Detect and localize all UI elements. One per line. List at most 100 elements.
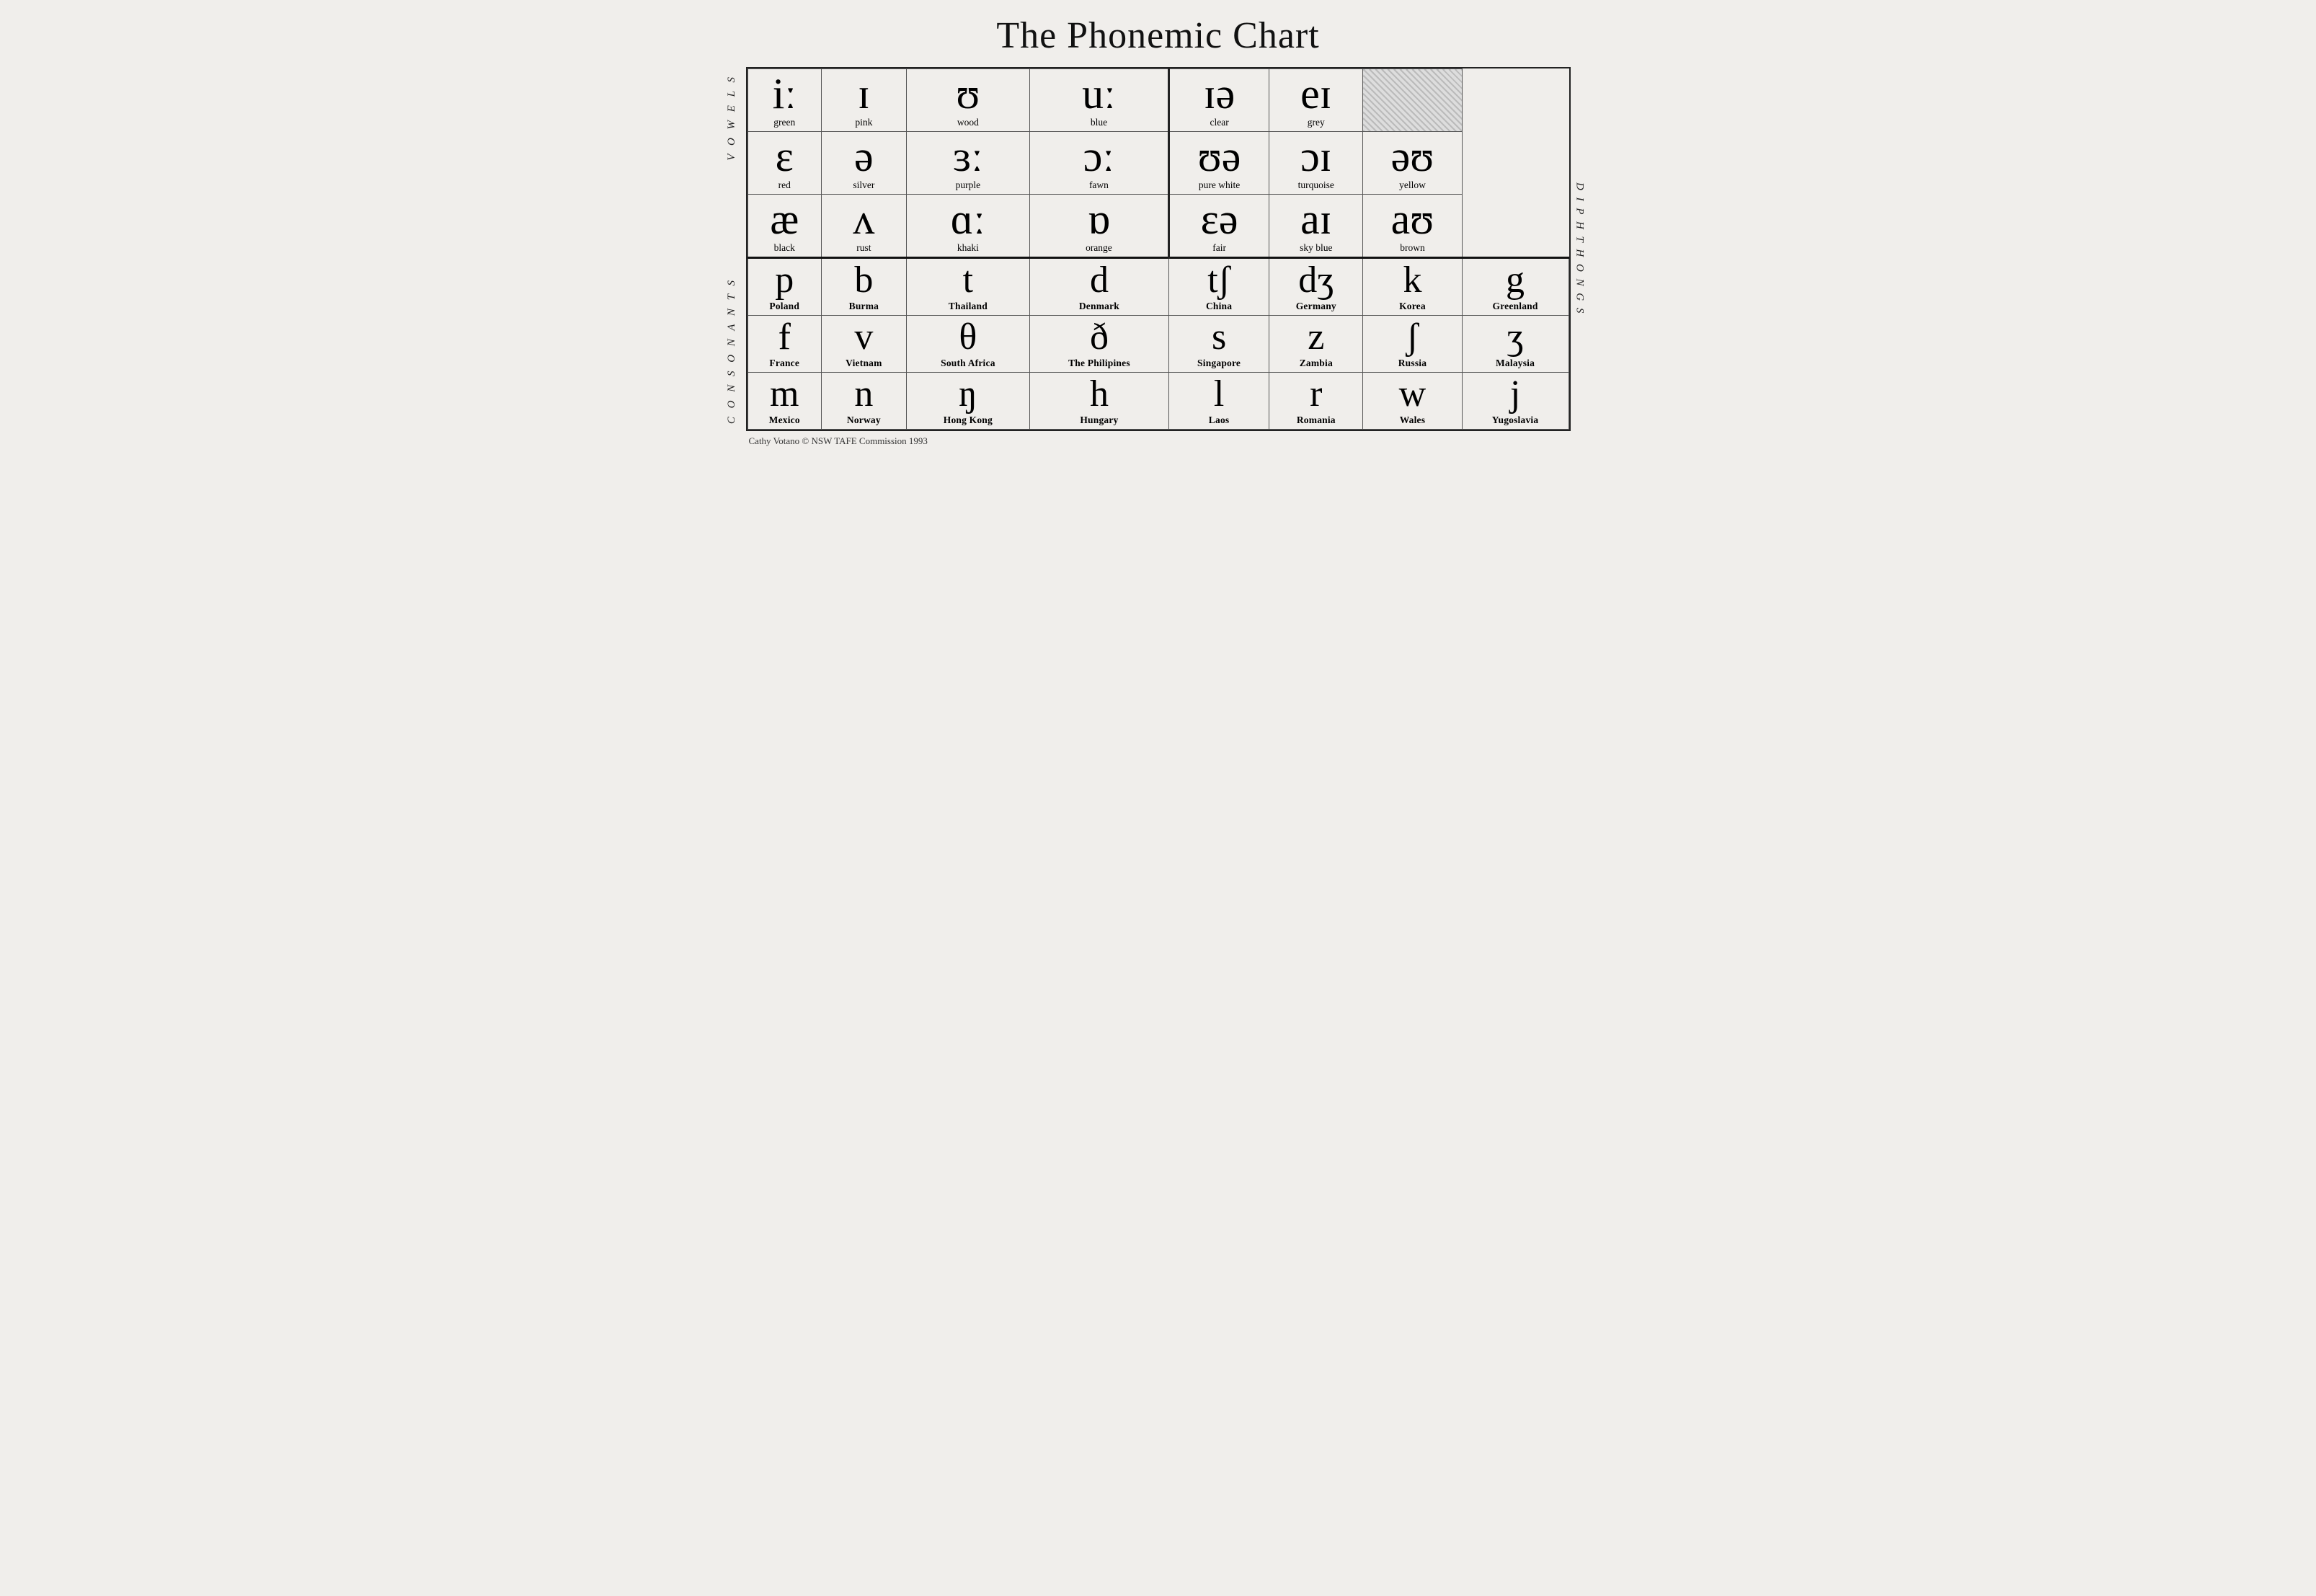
label-thailand: Thailand bbox=[908, 301, 1028, 312]
cell-ii: iː green bbox=[747, 69, 821, 132]
cell-epsilon: ɛ red bbox=[747, 132, 821, 195]
symbol-ii: iː bbox=[750, 72, 820, 115]
symbol-uu: uː bbox=[1031, 72, 1166, 115]
symbol-eng: ŋ bbox=[908, 376, 1028, 413]
cell-oi: ɔɪ turquoise bbox=[1269, 132, 1363, 195]
symbol-schwa: ə bbox=[823, 135, 905, 178]
label-wales: Wales bbox=[1365, 414, 1460, 426]
cell-f: f France bbox=[747, 316, 821, 373]
label-malaysia: Malaysia bbox=[1464, 358, 1567, 369]
label-yugoslavia: Yugoslavia bbox=[1464, 414, 1567, 426]
label-russia: Russia bbox=[1365, 358, 1460, 369]
vowels-label: V O W E L S bbox=[726, 74, 738, 161]
cell-open-o: ɒ orange bbox=[1030, 195, 1169, 258]
label-fawn: fawn bbox=[1031, 179, 1166, 191]
page-title: The Phonemic Chart bbox=[996, 14, 1319, 57]
label-greenland: Greenland bbox=[1464, 301, 1567, 312]
symbol-m: m bbox=[750, 376, 820, 413]
cell-wedge: ʌ rust bbox=[821, 195, 906, 258]
symbol-ia: ɪə bbox=[1171, 72, 1267, 115]
cell-v: v Vietnam bbox=[821, 316, 906, 373]
symbol-ou: əʊ bbox=[1365, 135, 1460, 178]
cell-zh: ʒ Malaysia bbox=[1462, 316, 1569, 373]
right-side-label: D I P H T H O N G S bbox=[1571, 67, 1591, 431]
phonemic-chart-table: iː green ɪ pink ʊ wood uː blue ɪə clea bbox=[746, 67, 1571, 431]
cell-w: w Wales bbox=[1363, 373, 1462, 430]
symbol-f: f bbox=[750, 319, 820, 356]
cell-ua: ʊə pure white bbox=[1168, 132, 1269, 195]
label-grey: grey bbox=[1271, 117, 1361, 128]
cell-schwa: ə silver bbox=[821, 132, 906, 195]
consonant-row-1: p Poland b Burma t Thailand d Denmark tʃ bbox=[747, 258, 1569, 316]
symbol-ea: ɛə bbox=[1171, 198, 1267, 241]
label-zambia: Zambia bbox=[1271, 358, 1361, 369]
label-rust: rust bbox=[823, 242, 905, 254]
cell-g: g Greenland bbox=[1462, 258, 1569, 316]
symbol-i: ɪ bbox=[823, 72, 905, 115]
label-laos: Laos bbox=[1171, 414, 1267, 426]
cell-r: r Romania bbox=[1269, 373, 1363, 430]
symbol-ai: aɪ bbox=[1271, 198, 1361, 241]
symbol-wedge: ʌ bbox=[823, 198, 905, 241]
cell-theta: θ South Africa bbox=[906, 316, 1029, 373]
symbol-theta: θ bbox=[908, 319, 1028, 356]
label-khaki: khaki bbox=[908, 242, 1028, 254]
left-side-labels: V O W E L S C O N S O N A N T S bbox=[726, 67, 746, 431]
label-blue: blue bbox=[1031, 117, 1166, 128]
symbol-d: d bbox=[1031, 262, 1167, 299]
symbol-open-o: ɒ bbox=[1031, 198, 1166, 241]
symbol-r: r bbox=[1271, 376, 1361, 413]
label-silver: silver bbox=[823, 179, 905, 191]
cell-eth: ð The Philipines bbox=[1030, 316, 1169, 373]
label-vietnam: Vietnam bbox=[823, 358, 905, 369]
cell-p: p Poland bbox=[747, 258, 821, 316]
symbol-p: p bbox=[750, 262, 820, 299]
label-philipines: The Philipines bbox=[1031, 358, 1167, 369]
symbol-j: j bbox=[1464, 376, 1567, 413]
symbol-epsilon: ɛ bbox=[750, 135, 820, 178]
label-yellow: yellow bbox=[1365, 179, 1460, 191]
symbol-ua: ʊə bbox=[1171, 135, 1267, 178]
vowel-row-3: æ black ʌ rust ɑː khaki ɒ orange ɛə fa bbox=[747, 195, 1569, 258]
label-mexico: Mexico bbox=[750, 414, 820, 426]
symbol-az: ɑː bbox=[908, 198, 1028, 241]
cell-ez: ɜː purple bbox=[906, 132, 1029, 195]
cell-tsh: tʃ China bbox=[1168, 258, 1269, 316]
label-hungary: Hungary bbox=[1031, 414, 1167, 426]
cell-s: s Singapore bbox=[1168, 316, 1269, 373]
label-skyblue: sky blue bbox=[1271, 242, 1361, 254]
symbol-w: w bbox=[1365, 376, 1460, 413]
symbol-au: aʊ bbox=[1365, 198, 1460, 241]
consonant-row-3: m Mexico n Norway ŋ Hong Kong h Hungary … bbox=[747, 373, 1569, 430]
consonant-row-2: f France v Vietnam θ South Africa ð The … bbox=[747, 316, 1569, 373]
label-purewhite: pure white bbox=[1171, 179, 1267, 191]
symbol-ez: ɜː bbox=[908, 135, 1028, 178]
cell-l: l Laos bbox=[1168, 373, 1269, 430]
symbol-zh: ʒ bbox=[1464, 319, 1567, 356]
cell-z: z Zambia bbox=[1269, 316, 1363, 373]
cell-ou: əʊ yellow bbox=[1363, 132, 1462, 195]
label-korea: Korea bbox=[1365, 301, 1460, 312]
cell-h: h Hungary bbox=[1030, 373, 1169, 430]
cell-shaded bbox=[1363, 69, 1462, 132]
label-romania: Romania bbox=[1271, 414, 1361, 426]
symbol-s: s bbox=[1171, 319, 1267, 356]
cell-j: j Yugoslavia bbox=[1462, 373, 1569, 430]
cell-dzh: dʒ Germany bbox=[1269, 258, 1363, 316]
label-green: green bbox=[750, 117, 820, 128]
label-black: black bbox=[750, 242, 820, 254]
symbol-n: n bbox=[823, 376, 905, 413]
label-germany: Germany bbox=[1271, 301, 1361, 312]
cell-ea: ɛə fair bbox=[1168, 195, 1269, 258]
label-france: France bbox=[750, 358, 820, 369]
consonants-label: C O N S O N A N T S bbox=[726, 278, 738, 424]
label-fair: fair bbox=[1171, 242, 1267, 254]
cell-az: ɑː khaki bbox=[906, 195, 1029, 258]
cell-uu: uː blue bbox=[1030, 69, 1169, 132]
symbol-ae: æ bbox=[750, 198, 820, 241]
symbol-dzh: dʒ bbox=[1271, 262, 1361, 299]
label-hongkong: Hong Kong bbox=[908, 414, 1028, 426]
label-turquoise: turquoise bbox=[1271, 179, 1361, 191]
label-burma: Burma bbox=[823, 301, 905, 312]
cell-ai: aɪ sky blue bbox=[1269, 195, 1363, 258]
